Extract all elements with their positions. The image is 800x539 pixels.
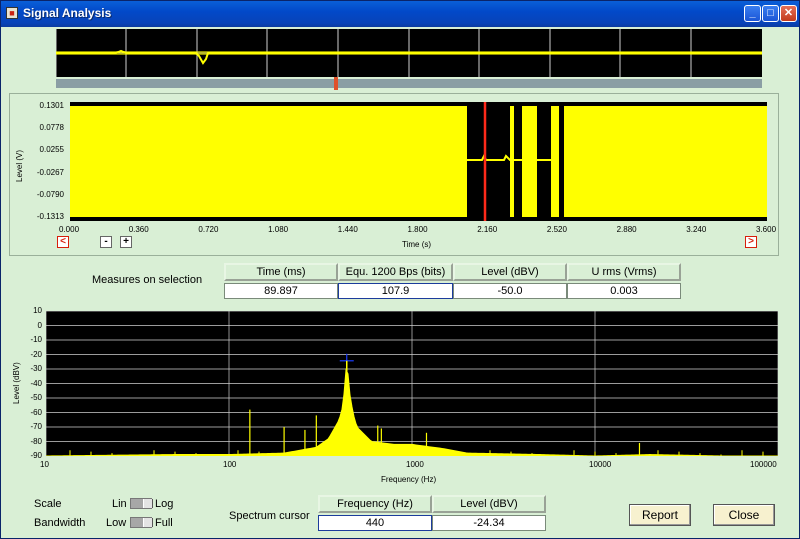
overview-scrollbar[interactable] [56,79,762,88]
bandwidth-full-label: Full [155,517,173,529]
chevron-right-icon: > [748,236,754,247]
chevron-left-icon: < [60,236,66,247]
cursor-value-level: -24.34 [432,515,546,531]
spectrum-y-tick: -40 [30,378,42,388]
waveform-y-tick: -0.1313 [36,212,64,221]
minimize-icon: _ [749,7,756,19]
scale-log-label: Log [155,498,174,510]
cursor-header-level: Level (dBV) [432,495,546,513]
zoom-out-button[interactable]: - [100,236,112,248]
waveform-xlabel: Time (s) [402,240,432,249]
measure-value-level: -50.0 [453,283,567,299]
waveform-x-tick: 1.800 [407,225,428,234]
measures-label: Measures on selection [92,274,203,286]
bandwidth-toggle-knob [143,518,153,527]
spectrum-x-tick: 10 [40,460,49,469]
spectrum-y-tick: -90 [30,451,42,460]
waveform-x-tick: 0.720 [198,225,219,234]
waveform-signal-block [564,106,767,217]
waveform-y-tick: -0.0790 [36,189,64,199]
bandwidth-toggle[interactable] [130,517,153,528]
waveform-y-tick: 0.0778 [39,123,64,133]
spectrum-cursor-label: Spectrum cursor [229,510,310,522]
window-title: Signal Analysis [23,6,112,20]
waveform-x-tick: 0.000 [59,225,80,234]
waveform-plot[interactable] [70,102,767,221]
spectrum-xlabel: Frequency (Hz) [381,475,437,484]
waveform-x-tick: 1.080 [268,225,289,234]
spectrum-x-tick: 10000 [589,460,612,469]
minus-icon: - [104,236,108,247]
measure-value-urms: 0.003 [567,283,681,299]
spectrum-x-tick: 1000 [406,460,424,469]
waveform-y-tick: -0.0267 [36,167,64,177]
waveform-svg [70,102,767,221]
spectrum-y-tick: 10 [33,306,42,315]
scroll-right-button[interactable]: > [745,236,757,248]
signal-analysis-window: ■ Signal Analysis _ □ ✕ Level (V) 0.1301… [0,0,800,539]
close-icon: ✕ [783,7,794,19]
measure-value-time: 89.897 [224,283,338,299]
app-icon: ■ [6,7,18,19]
scale-lin-label: Lin [112,498,127,510]
overview-plot [55,29,762,77]
spectrum-y-tick: -60 [30,407,42,417]
spectrum-ylabel: Level (dBV) [12,362,21,404]
waveform-signal-block [551,106,559,217]
cursor-value-frequency[interactable]: 440 [318,515,432,531]
close-window-button[interactable]: ✕ [780,5,797,22]
measure-value-bits: 107.9 [338,283,453,299]
spectrum-x-tick: 100000 [750,460,777,469]
close-button[interactable]: Close [713,504,775,526]
maximize-icon: □ [767,7,774,19]
scale-toggle[interactable] [130,498,153,509]
overview-waveform[interactable] [55,29,762,77]
spectrum-y-tick: 0 [37,320,42,330]
spectrum-svg [45,310,779,457]
bandwidth-label: Bandwidth [34,517,86,529]
spectrum-y-tick: -80 [30,436,42,446]
maximize-button[interactable]: □ [762,5,779,22]
bandwidth-low-label: Low [106,517,127,529]
measure-header-level: Level (dBV) [453,263,567,281]
spectrum-plot[interactable] [45,310,779,457]
waveform-y-tick: 0.0255 [39,145,64,155]
scale-label: Scale [34,498,62,510]
waveform-x-tick: 3.240 [686,225,707,234]
waveform-signal-block [522,106,537,217]
waveform-y-tick: 0.1301 [39,101,64,110]
report-button[interactable]: Report [629,504,691,526]
waveform-x-tick: 2.160 [477,225,498,234]
waveform-x-tick: 2.520 [546,225,567,234]
waveform-signal-block [510,106,514,217]
spectrum-y-tick: -10 [30,335,42,344]
waveform-panel: Level (V) 0.1301 0.0778 0.0255 -0.0267 -0.07… [9,93,779,256]
measure-header-time: Time (ms) [224,263,338,281]
waveform-signal-block [70,106,467,217]
title-bar[interactable]: ■ Signal Analysis _ □ ✕ [1,1,799,27]
waveform-ylabel: Level (V) [15,149,24,182]
spectrum-y-tick: -70 [30,422,42,431]
scale-toggle-knob [143,499,153,508]
spectrum-y-tick: -20 [30,349,42,359]
cursor-header-frequency: Frequency (Hz) [318,495,432,513]
zoom-in-button[interactable]: + [120,236,132,248]
waveform-x-tick: 1.440 [337,225,358,234]
waveform-x-tick: 3.600 [756,225,777,234]
plus-icon: + [123,236,129,247]
measure-header-urms: U rms (Vrms) [567,263,681,281]
scroll-left-button[interactable]: < [57,236,69,248]
spectrum-panel: Level (dBV) 10 0 -10 -20 -30 -40 -50 -60 -70 -80-… [5,304,798,489]
spectrum-y-tick: -50 [30,393,42,402]
waveform-x-tick: 2.880 [616,225,637,234]
minimize-button[interactable]: _ [744,5,761,22]
waveform-x-tick: 0.360 [128,225,149,234]
overview-position-marker[interactable] [334,77,338,90]
spectrum-y-tick: -30 [30,364,42,373]
spectrum-x-tick: 100 [223,460,237,469]
measure-header-bits: Equ. 1200 Bps (bits) [338,263,453,281]
